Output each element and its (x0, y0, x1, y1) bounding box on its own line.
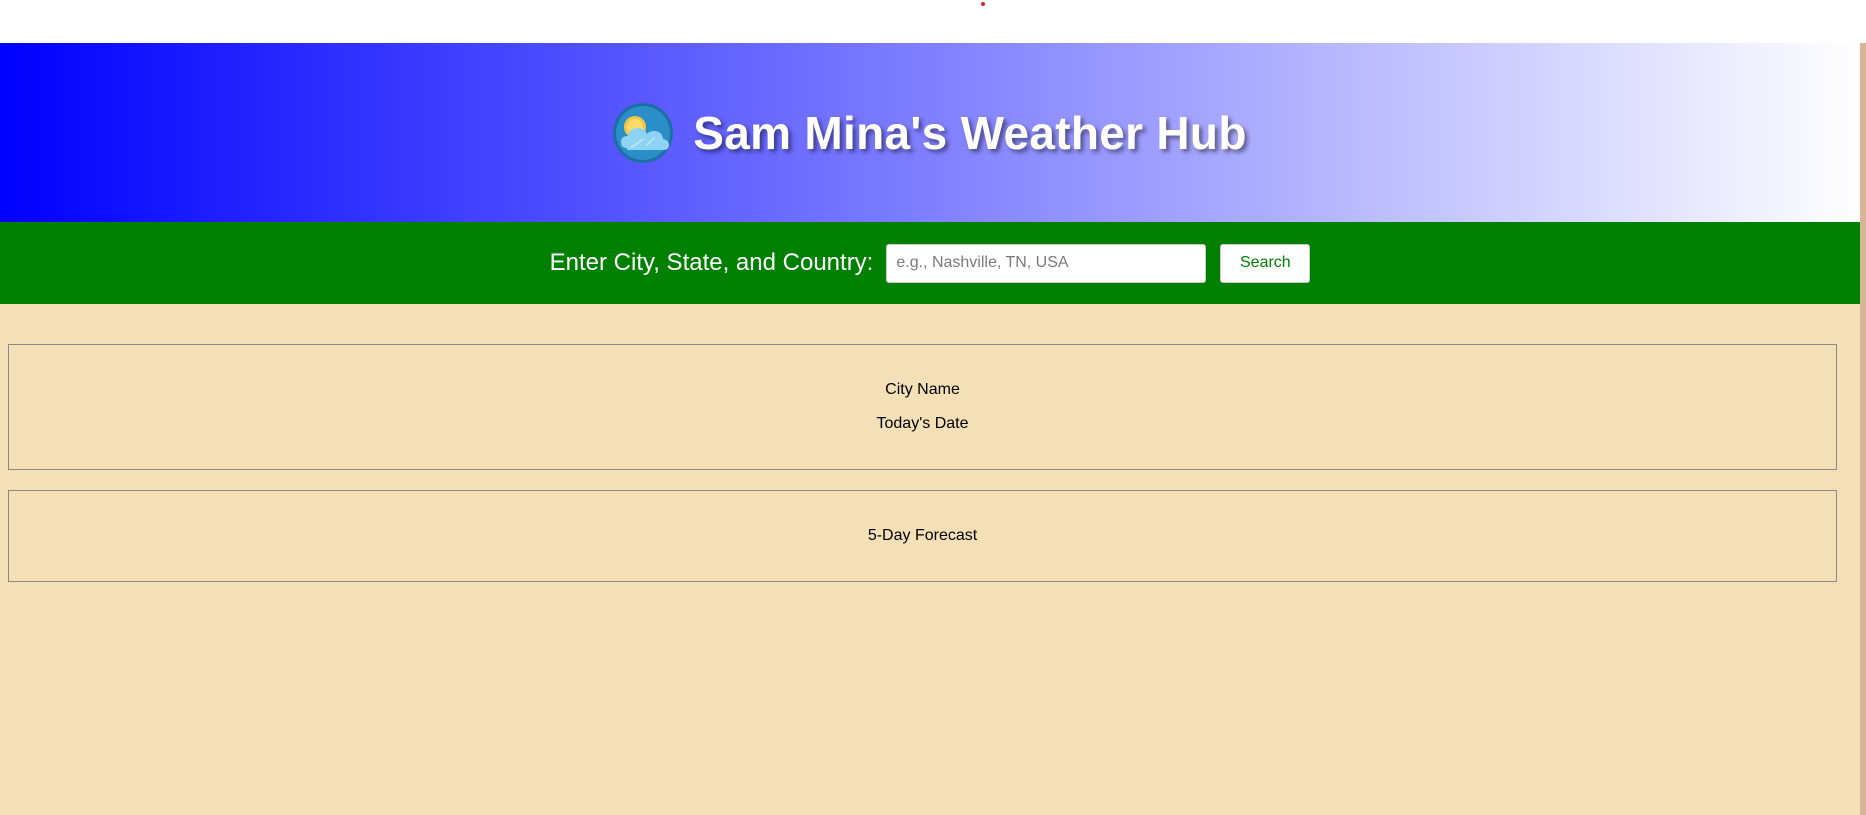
cloud-sun-icon (613, 102, 674, 163)
site-header: Sam Mina's Weather Hub (0, 43, 1860, 222)
scrollbar-track[interactable] (1860, 43, 1866, 815)
todays-date: Today's Date (876, 415, 969, 432)
red-dot (981, 2, 985, 6)
site-title: Sam Mina's Weather Hub (693, 106, 1247, 159)
forecast-card: 5-Day Forecast (8, 490, 1837, 582)
city-name: City Name (885, 381, 960, 398)
current-weather-card: City Name Today's Date (8, 344, 1837, 470)
main-content: City Name Today's Date 5-Day Forecast (0, 304, 1860, 815)
top-strip (0, 0, 1866, 43)
search-label: Enter City, State, and Country: (549, 249, 874, 276)
city-search-input[interactable] (886, 243, 1207, 283)
search-bar: Enter City, State, and Country: Search (0, 222, 1860, 304)
search-button[interactable]: Search (1220, 243, 1311, 283)
forecast-title: 5-Day Forecast (867, 527, 978, 544)
